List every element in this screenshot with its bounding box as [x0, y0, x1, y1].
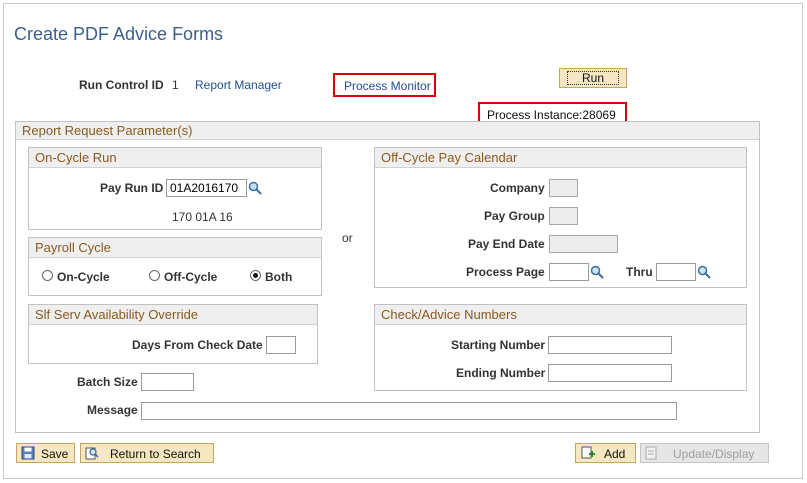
run-control-value: 1: [172, 78, 179, 92]
save-button[interactable]: Save: [16, 443, 75, 463]
run-button[interactable]: Run: [559, 68, 627, 88]
return-to-search-button[interactable]: Return to Search: [80, 443, 214, 463]
pay-end-date-label: Pay End Date: [468, 237, 545, 251]
on-cycle-run-title: On-Cycle Run: [29, 148, 321, 168]
pay-group-label: Pay Group: [484, 209, 545, 223]
ending-number-input[interactable]: [548, 364, 672, 382]
update-display-button[interactable]: Update/Display: [640, 443, 769, 463]
message-input[interactable]: [141, 402, 677, 420]
days-from-check-date-label: Days From Check Date: [132, 338, 263, 352]
starting-number-input[interactable]: [548, 336, 672, 354]
process-page-search-icon[interactable]: [590, 265, 604, 279]
pay-run-id-search-icon[interactable]: [248, 181, 262, 195]
process-monitor-highlight: Process Monitor: [333, 73, 436, 97]
off-cycle-radio-label: Off-Cycle: [164, 270, 218, 284]
message-label: Message: [87, 403, 138, 417]
company-input[interactable]: [549, 179, 578, 197]
process-monitor-link[interactable]: Process Monitor: [344, 79, 431, 93]
days-from-check-date-input[interactable]: [266, 336, 296, 354]
pay-run-id-input[interactable]: [166, 179, 247, 197]
self-serv-override-group: Slf Serv Availability Override: [28, 304, 318, 364]
process-instance-text: Process Instance:28069: [487, 108, 616, 122]
both-radio-label: Both: [265, 270, 293, 284]
add-button[interactable]: Add: [575, 443, 636, 463]
update-display-label: Update/Display: [673, 447, 755, 461]
pay-group-input[interactable]: [549, 207, 578, 225]
pay-run-id-label: Pay Run ID: [100, 181, 164, 195]
run-button-label: Run: [567, 71, 619, 85]
update-display-icon: [645, 446, 657, 460]
report-request-parameters-title: Report Request Parameter(s): [16, 122, 759, 140]
thru-search-icon[interactable]: [697, 265, 711, 279]
company-label: Company: [490, 181, 545, 195]
self-serv-override-title: Slf Serv Availability Override: [29, 305, 317, 325]
save-icon: [21, 446, 35, 460]
return-to-search-label: Return to Search: [110, 447, 201, 461]
save-button-label: Save: [41, 447, 69, 461]
process-page-input[interactable]: [549, 263, 589, 281]
on-cycle-radio-label: On-Cycle: [57, 270, 110, 284]
payroll-cycle-title: Payroll Cycle: [29, 238, 321, 258]
on-cycle-radio[interactable]: [42, 270, 53, 281]
return-to-search-icon: [85, 447, 99, 460]
page-title: Create PDF Advice Forms: [14, 24, 224, 44]
off-cycle-pay-calendar-title: Off-Cycle Pay Calendar: [375, 148, 746, 168]
report-manager-link[interactable]: Report Manager: [195, 78, 282, 92]
starting-number-label: Starting Number: [451, 338, 546, 352]
batch-size-label: Batch Size: [77, 375, 138, 389]
off-cycle-radio[interactable]: [149, 270, 160, 281]
pay-end-date-input[interactable]: [549, 235, 618, 253]
process-page-label: Process Page: [466, 265, 545, 279]
both-radio[interactable]: [250, 270, 261, 281]
batch-size-input[interactable]: [141, 373, 194, 391]
pay-run-description: 170 01A 16: [172, 210, 233, 224]
ending-number-label: Ending Number: [456, 366, 546, 380]
run-control-label: Run Control ID: [79, 78, 164, 92]
add-button-label: Add: [604, 447, 626, 461]
thru-input[interactable]: [656, 263, 696, 281]
add-icon: [581, 446, 595, 459]
check-advice-numbers-title: Check/Advice Numbers: [375, 305, 746, 325]
payroll-cycle-group: Payroll Cycle: [28, 237, 322, 296]
or-separator: or: [342, 231, 353, 245]
thru-label: Thru: [626, 265, 653, 279]
